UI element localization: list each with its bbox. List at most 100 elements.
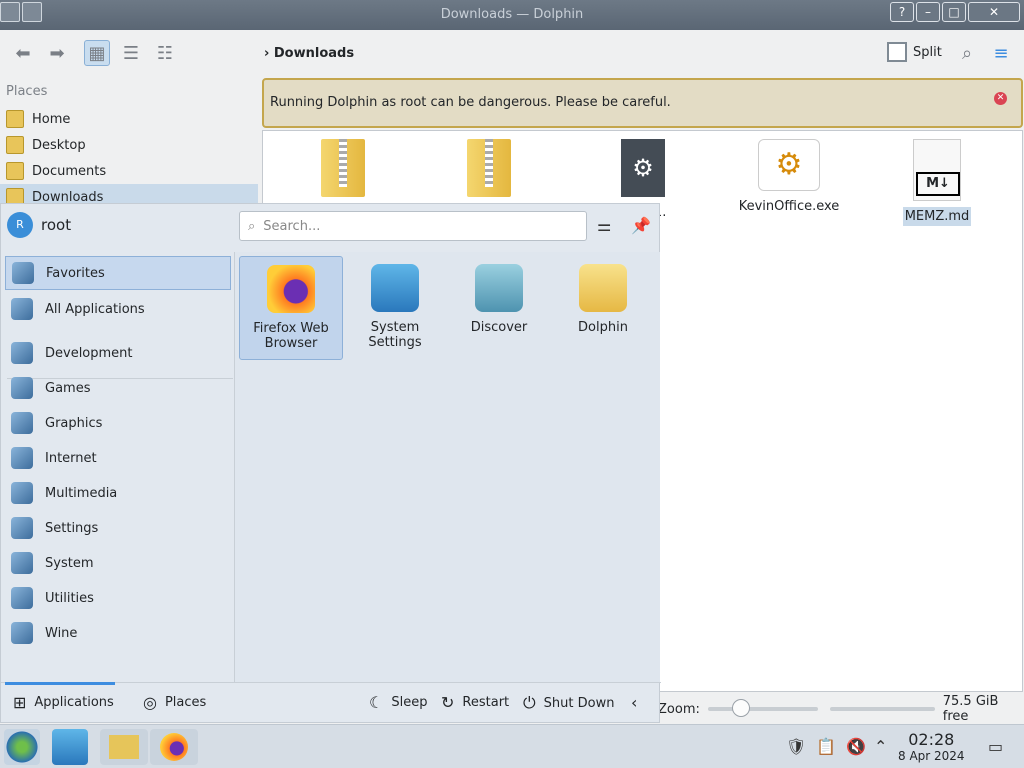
clock[interactable]: 02:28 8 Apr 2024 [898, 730, 965, 763]
maximize-button[interactable]: □ [942, 2, 966, 22]
active-tab-indicator [5, 682, 115, 685]
grid-icon: ⊞ [13, 693, 27, 712]
button-label: Sleep [391, 695, 428, 710]
exe-icon: ⚙ [758, 139, 820, 191]
clock-time: 02:28 [908, 730, 955, 749]
folder-app-icon[interactable] [0, 2, 20, 22]
category-label: Graphics [45, 415, 103, 431]
show-desktop-icon[interactable]: ▭ [988, 737, 1003, 756]
category-graphics[interactable]: Graphics [5, 406, 231, 440]
file-item[interactable]: ⚙ KevinOffice.exe [729, 139, 849, 214]
search-icon: ⌕ [248, 218, 256, 234]
warning-text: Running Dolphin as root can be dangerous… [270, 95, 671, 110]
volume-muted-icon[interactable]: 🔇 [846, 737, 866, 756]
sleep-button[interactable]: ☾ Sleep [369, 693, 427, 712]
zoom-slider[interactable] [707, 699, 819, 717]
shutdown-button[interactable]: ⏻ Shut Down [523, 693, 614, 713]
details-view-icon[interactable]: ☷ [152, 40, 178, 66]
search-icon[interactable]: ⌕ [954, 40, 980, 66]
category-wine[interactable]: Wine [5, 616, 231, 650]
firefox-task-icon[interactable] [150, 729, 198, 765]
category-internet[interactable]: Internet [5, 441, 231, 475]
help-button[interactable]: ? [890, 2, 914, 22]
category-system[interactable]: System [5, 546, 231, 580]
taskbar: 🛡 📋 🔇 ⌃ 02:28 8 Apr 2024 ▭ [0, 724, 1024, 768]
file-item[interactable] [283, 139, 403, 205]
close-warning-icon[interactable]: ✕ [994, 92, 1007, 105]
zip-folder-icon [321, 139, 365, 197]
button-label: Shut Down [543, 695, 615, 711]
place-label: Home [32, 111, 71, 127]
configure-icon[interactable]: ⚌ [597, 216, 611, 235]
pin-icon[interactable]: 📌 [631, 216, 651, 235]
desktop-folder-icon [6, 136, 24, 154]
graphics-icon [11, 412, 33, 434]
development-icon [11, 342, 33, 364]
category-settings[interactable]: Settings [5, 511, 231, 545]
icons-view-icon[interactable]: ▦ [84, 40, 110, 66]
places-panel: Places Home Desktop Documents Downloads [0, 80, 258, 210]
search-input[interactable]: ⌕ Search... [239, 211, 587, 241]
hamburger-menu-icon[interactable]: ≡ [988, 40, 1014, 66]
app-dolphin[interactable]: Dolphin [551, 256, 655, 360]
place-desktop[interactable]: Desktop [0, 132, 258, 158]
start-menu-icon[interactable] [4, 729, 40, 765]
app-label: Firefox Web Browser [253, 321, 329, 351]
free-space-label: 75.5 GiB free [942, 694, 999, 724]
app-label: Dolphin [578, 320, 628, 335]
wine-icon [11, 622, 33, 644]
split-button[interactable]: Split [887, 42, 942, 62]
category-label: Wine [45, 625, 78, 641]
games-icon [11, 377, 33, 399]
file-item[interactable] [429, 139, 549, 205]
restart-button[interactable]: ↻ Restart [441, 693, 509, 712]
all-apps-icon [11, 298, 33, 320]
clipboard-icon[interactable]: 📋 [816, 737, 836, 756]
category-development[interactable]: Development [5, 336, 231, 370]
app-label: Discover [470, 320, 528, 335]
application-launcher: R root ⌕ Search... ⚌ 📌 Favorites All App… [0, 203, 661, 723]
back-arrow-icon[interactable]: ⬅ [10, 40, 36, 66]
chevron-up-icon[interactable]: ⌃ [874, 737, 887, 756]
app-system-settings[interactable]: System Settings [343, 256, 447, 360]
system-settings-task-icon[interactable] [52, 729, 88, 765]
launcher-footer: ⊞ Applications ◎ Places ☾ Sleep ↻ Restart ⏻ S… [1, 682, 661, 722]
utilities-icon [11, 587, 33, 609]
folder-icon [109, 735, 139, 759]
documents-folder-icon [6, 162, 24, 180]
dolphin-task-icon[interactable] [100, 729, 148, 765]
tab-applications[interactable]: ⊞ Applications [13, 693, 114, 712]
category-all-applications[interactable]: All Applications [5, 292, 231, 326]
forward-arrow-icon[interactable]: ➡ [44, 40, 70, 66]
close-button[interactable]: ✕ [968, 2, 1020, 22]
breadcrumb[interactable]: › Downloads [264, 46, 354, 61]
tab-label: Applications [34, 695, 114, 710]
vault-icon[interactable]: 🛡 [786, 737, 806, 756]
place-label: Desktop [32, 137, 86, 153]
zip-folder-icon [467, 139, 511, 197]
category-favorites[interactable]: Favorites [5, 256, 231, 290]
window-controls: ? – □ ✕ [890, 2, 1020, 22]
file-item[interactable]: M↓ MEMZ.md [877, 139, 997, 226]
more-options-button[interactable]: ‹ [631, 693, 637, 712]
internet-icon [11, 447, 33, 469]
category-multimedia[interactable]: Multimedia [5, 476, 231, 510]
user-info[interactable]: R root [7, 212, 71, 238]
window-titlebar: Downloads — Dolphin ? – □ ✕ [0, 0, 1024, 30]
minimize-button[interactable]: – [916, 2, 940, 22]
category-games[interactable]: Games [5, 371, 231, 405]
category-label: All Applications [45, 301, 145, 317]
app-discover[interactable]: Discover [447, 256, 551, 360]
window-menu-icon[interactable] [22, 2, 42, 22]
category-label: Utilities [45, 590, 94, 606]
category-label: Development [45, 345, 133, 361]
zoom-slider-handle[interactable] [731, 699, 750, 717]
category-utilities[interactable]: Utilities [5, 581, 231, 615]
place-home[interactable]: Home [0, 106, 258, 132]
app-firefox[interactable]: Firefox Web Browser [239, 256, 343, 360]
zoom-label: Zoom: [658, 701, 700, 717]
compact-view-icon[interactable]: ☰ [118, 40, 144, 66]
tab-places[interactable]: ◎ Places [143, 693, 206, 712]
place-documents[interactable]: Documents [0, 158, 258, 184]
button-label: Restart [462, 695, 510, 710]
